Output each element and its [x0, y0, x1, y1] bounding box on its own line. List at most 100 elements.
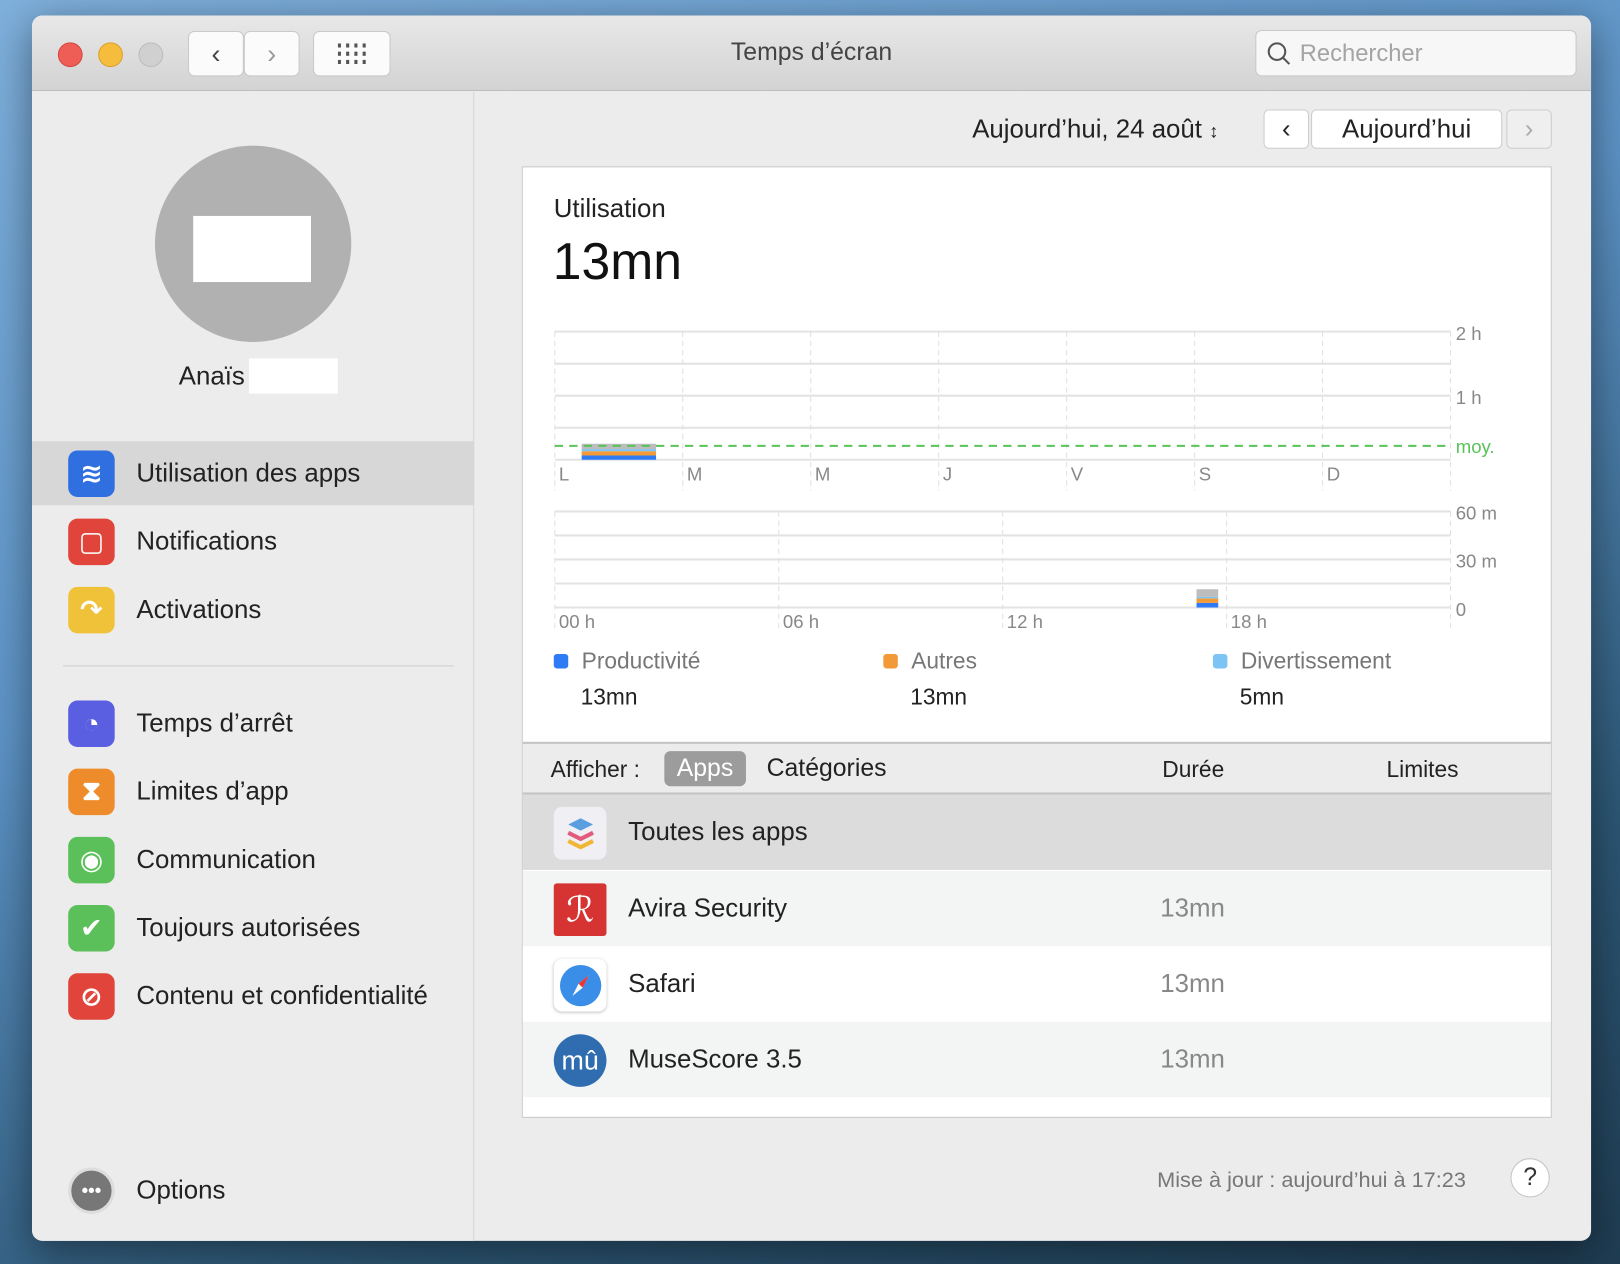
legend-swatch: [553, 653, 569, 669]
table-header: Afficher : Apps Catégories Durée Limites: [522, 741, 1551, 795]
day-tick-label: J: [943, 463, 952, 484]
notification-icon: ▢: [68, 518, 115, 565]
sidebar-item-label: Contenu et confidentialité: [136, 980, 428, 1010]
main-content: Aujourd’hui, 24 août ↕ ‹ Aujourd’hui › U…: [475, 92, 1591, 1241]
hour-bar-segment: [1196, 596, 1219, 599]
sidebar-item-3[interactable]: ◔ Temps d’arrêt: [32, 691, 474, 755]
legend-swatch: [1212, 653, 1228, 669]
sidebar-item-4[interactable]: ⧗ Limites d’app: [32, 759, 474, 823]
search-icon: [1267, 41, 1291, 65]
musescore-icon: mû: [553, 1034, 607, 1087]
table-row[interactable]: mû MuseScore 3.5 13mn: [522, 1021, 1551, 1098]
safari-icon: [553, 958, 607, 1012]
legend-swatch: [883, 653, 898, 669]
app-name: Safari: [628, 969, 696, 999]
sidebar-item-label: Options: [136, 1175, 226, 1205]
prohibited-icon: ⊘: [68, 972, 115, 1020]
app-name: MuseScore 3.5: [628, 1044, 802, 1074]
help-button[interactable]: ?: [1510, 1158, 1550, 1198]
usage-charts: L M M J V S D 2 h 1 h moy. 00 h 06 h 12 h 18 h 60 m 30 …: [554, 323, 1497, 633]
search-field[interactable]: [1255, 29, 1577, 77]
week-bar-segment: [581, 451, 657, 456]
up-down-chevron-icon: ↕: [1209, 120, 1219, 142]
legend-item: Divertissement: [1212, 648, 1391, 675]
sidebar: Anaïs ≋ Utilisation des apps ▢ Notification…: [32, 91, 475, 1241]
y-tick-label: 30 m: [1456, 551, 1497, 572]
hour-bar-segment: [1196, 589, 1219, 597]
legend-item: Productivité: [553, 647, 701, 675]
user-first-name: Anaïs: [178, 361, 245, 391]
legend-value: 13mn: [910, 683, 968, 710]
search-input[interactable]: [1299, 39, 1559, 68]
legend-value: 13mn: [580, 683, 638, 710]
chevron-right-icon: ›: [1524, 114, 1534, 144]
y-tick-label: 1 h: [1456, 387, 1482, 408]
user-name: Anaïs: [178, 358, 338, 394]
date-selector[interactable]: Aujourd’hui, 24 août ↕: [972, 115, 1218, 145]
sidebar-divider: [63, 665, 454, 667]
y-tick-label: 2 h: [1456, 323, 1482, 344]
show-label: Afficher :: [550, 756, 640, 783]
hour-bar-segment: [1196, 602, 1219, 608]
all-apps-icon: [553, 806, 607, 860]
column-duration[interactable]: Durée: [1162, 756, 1224, 783]
day-tick-label: M: [687, 463, 702, 484]
table-row[interactable]: Safari 13mn: [522, 946, 1551, 1022]
hour-bar-segment: [1196, 598, 1219, 603]
sidebar-item-6[interactable]: ✔ Toujours autorisées: [32, 896, 474, 960]
pickup-icon: ↷: [68, 586, 115, 633]
hourglass-icon: ⧗: [68, 768, 115, 815]
sidebar-item-label: Communication: [136, 844, 316, 874]
app-duration: 13mn: [1160, 1044, 1225, 1074]
y-tick-label: 60 m: [1456, 503, 1497, 524]
sidebar-item-5[interactable]: ◉ Communication: [32, 828, 474, 892]
hour-tick-label: 18 h: [1231, 611, 1267, 632]
segment-apps[interactable]: Apps: [664, 751, 746, 787]
sidebar-item-2[interactable]: ↷ Activations: [32, 578, 474, 642]
sidebar-item-label: Limites d’app: [136, 776, 289, 806]
last-updated: Mise à jour : aujourd’hui à 17:23: [1157, 1168, 1466, 1193]
app-name: Avira Security: [628, 893, 788, 923]
usage-panel: Utilisation 13mn LMMJVSD2 h1 h moy. 00 h 06…: [521, 166, 1552, 1118]
legend-item: Autres: [883, 648, 977, 675]
day-tick-label: V: [1071, 463, 1084, 484]
y-tick-label: 0: [1456, 599, 1466, 620]
table-row[interactable]: Toutes les apps: [522, 794, 1551, 870]
sidebar-item-0[interactable]: ≋ Utilisation des apps: [32, 441, 475, 506]
sidebar-item-label: Toujours autorisées: [136, 912, 361, 942]
table-row[interactable]: ℛ Avira Security 13mn: [522, 870, 1551, 947]
segment-categories[interactable]: Catégories: [754, 751, 899, 786]
hour-tick-label: 06 h: [783, 611, 819, 632]
screen-time-window: ‹ › Temps d’écran Anaïs ≋ Utilisation des…: [32, 15, 1592, 1241]
average-label: moy.: [1456, 436, 1495, 457]
legend-value: 5mn: [1239, 683, 1285, 710]
column-limits[interactable]: Limites: [1387, 756, 1459, 783]
date-label: Aujourd’hui, 24 août: [972, 114, 1202, 144]
sidebar-item-7[interactable]: ⊘ Contenu et confidentialité: [32, 964, 474, 1028]
downtime-icon: ◔: [68, 699, 115, 747]
chevron-left-icon: ‹: [1281, 114, 1291, 144]
avira-icon: ℛ: [553, 883, 607, 937]
avatar[interactable]: [154, 145, 352, 342]
sidebar-item-1[interactable]: ▢ Notifications: [32, 509, 474, 573]
checkmark-badge-icon: ✔: [68, 904, 115, 952]
app-duration: 13mn: [1160, 893, 1225, 923]
day-tick-label: L: [559, 463, 569, 484]
sidebar-item-label: Utilisation des apps: [136, 458, 361, 488]
app-duration: 13mn: [1160, 969, 1225, 999]
day-tick-label: M: [815, 463, 830, 484]
legend-label: Productivité: [581, 647, 701, 674]
contact-icon: ◉: [68, 836, 115, 883]
app-name: Toutes les apps: [628, 817, 808, 847]
today-button[interactable]: Aujourd’hui: [1311, 109, 1503, 149]
previous-day-button[interactable]: ‹: [1263, 109, 1310, 149]
day-tick-label: S: [1199, 463, 1211, 484]
hour-tick-label: 12 h: [1007, 611, 1043, 632]
sidebar-item-label: Activations: [136, 594, 262, 624]
title-bar: ‹ › Temps d’écran: [32, 15, 1592, 91]
week-bar-segment: [581, 455, 657, 460]
hour-tick-label: 00 h: [559, 611, 595, 632]
sidebar-item-options[interactable]: ••• Options: [32, 1158, 474, 1222]
next-day-button[interactable]: ›: [1506, 109, 1552, 149]
layers-icon: ≋: [68, 449, 115, 497]
